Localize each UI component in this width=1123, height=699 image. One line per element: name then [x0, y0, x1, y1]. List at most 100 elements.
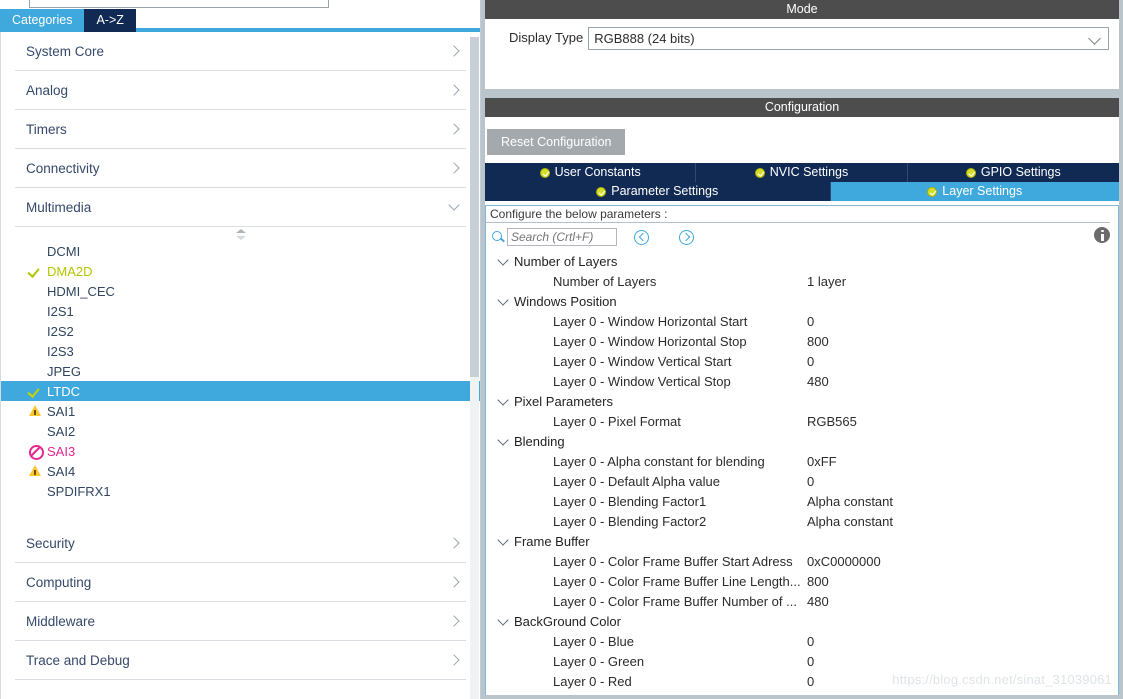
param-row[interactable]: Layer 0 - Green 0 — [486, 651, 1118, 671]
status-icon-placeholder — [27, 423, 46, 439]
param-value[interactable]: 480 — [807, 594, 829, 609]
param-group-header[interactable]: Windows Position — [486, 291, 1118, 311]
left-panel-scrollbar-thumb[interactable] — [470, 37, 479, 377]
peripheral-item-i2s2[interactable]: I2S2 — [1, 321, 480, 341]
param-row[interactable]: Layer 0 - Alpha constant for blending 0xF… — [486, 451, 1118, 471]
param-group-header[interactable]: Pixel Parameters — [486, 391, 1118, 411]
reset-configuration-button[interactable]: Reset Configuration — [487, 129, 626, 155]
category-label: Multimedia — [26, 199, 92, 215]
param-value[interactable]: Alpha constant — [807, 514, 893, 529]
configuration-section-header: Configuration — [481, 98, 1123, 117]
param-value[interactable]: 480 — [807, 374, 829, 389]
peripheral-item-i2s3[interactable]: I2S3 — [1, 341, 480, 361]
tab-categories-label: Categories — [12, 13, 73, 27]
check-badge-icon — [539, 167, 550, 178]
param-value[interactable]: 0 — [807, 474, 814, 489]
category-label: Analog — [26, 82, 69, 98]
param-value[interactable]: 1 layer — [807, 274, 846, 289]
param-group-header[interactable]: Blending — [486, 431, 1118, 451]
param-group-header[interactable]: Frame Buffer — [486, 531, 1118, 551]
peripheral-item-spdifrx1[interactable]: SPDIFRX1 — [1, 481, 480, 501]
param-row[interactable]: Layer 0 - Color Frame Buffer Start Adres… — [486, 551, 1118, 571]
category-multimedia[interactable]: Multimedia — [15, 188, 466, 227]
peripheral-item-sai1[interactable]: SAI1 — [1, 401, 480, 421]
param-value[interactable]: Alpha constant — [807, 494, 893, 509]
parameter-tree-scrollbar[interactable] — [1110, 206, 1118, 695]
param-row[interactable]: Layer 0 - Blending Factor1 Alpha constant — [486, 491, 1118, 511]
tab-a-to-z-label: A->Z — [96, 13, 124, 27]
param-value[interactable]: RGB565 — [807, 414, 857, 429]
tab-nvic-settings[interactable]: NVIC Settings — [696, 163, 908, 182]
param-row[interactable]: Layer 0 - Window Horizontal Stop 800 — [486, 331, 1118, 351]
parameter-search-input[interactable] — [507, 228, 617, 246]
check-badge-icon — [927, 186, 938, 197]
list-resize-handle[interactable] — [1, 227, 480, 241]
param-value[interactable]: 800 — [807, 574, 829, 589]
param-value[interactable]: 0xFF — [807, 454, 837, 469]
chevron-right-icon — [448, 575, 462, 589]
multimedia-peripheral-panel: DCMI DMA2D HDMI_CEC I2S1 I2S2 I2S3 JPEG LTDC SAI… — [1, 227, 480, 507]
previous-match-icon[interactable] — [634, 229, 649, 245]
peripheral-item-sai3[interactable]: SAI3 — [1, 441, 480, 461]
peripheral-item-sai4[interactable]: SAI4 — [1, 461, 480, 481]
left-panel-scrollbar[interactable] — [470, 37, 479, 699]
param-value[interactable]: 0 — [807, 314, 814, 329]
param-value[interactable]: 0 — [807, 654, 814, 669]
peripheral-item-dcmi[interactable]: DCMI — [1, 241, 480, 261]
param-value[interactable]: 0 — [807, 674, 814, 689]
param-row[interactable]: Number of Layers 1 layer — [486, 271, 1118, 291]
category-label: System Core — [26, 43, 105, 59]
category-label: Middleware — [26, 613, 96, 629]
param-value[interactable]: 0 — [807, 634, 814, 649]
tab-user-constants[interactable]: User Constants — [485, 163, 697, 182]
param-value[interactable]: 800 — [807, 334, 829, 349]
category-trace-and-debug[interactable]: Trace and Debug — [15, 641, 466, 680]
param-group-header[interactable]: Number of Layers — [486, 251, 1118, 271]
display-type-dropdown[interactable]: RGB888 (24 bits) — [588, 27, 1109, 50]
peripheral-search-input[interactable] — [29, 0, 329, 8]
category-computing[interactable]: Computing — [15, 563, 466, 602]
param-row[interactable]: Layer 0 - Window Vertical Start 0 — [486, 351, 1118, 371]
category-analog[interactable]: Analog — [15, 71, 466, 110]
search-icon — [491, 230, 505, 244]
peripheral-item-sai2[interactable]: SAI2 — [1, 421, 480, 441]
peripheral-item-hdmi_cec[interactable]: HDMI_CEC — [1, 281, 480, 301]
tab-categories[interactable]: Categories — [0, 9, 85, 32]
peripheral-item-dma2d[interactable]: DMA2D — [1, 261, 480, 281]
info-icon[interactable] — [1094, 227, 1110, 243]
cubemx-window: Categories A->Z System Core Analog Timer… — [0, 0, 1123, 699]
tab-label: Parameter Settings — [611, 184, 719, 198]
param-row[interactable]: Layer 0 - Color Frame Buffer Number of .… — [486, 591, 1118, 611]
tab-a-to-z[interactable]: A->Z — [84, 9, 136, 32]
param-value[interactable]: 0xC0000000 — [807, 554, 881, 569]
param-row[interactable]: Layer 0 - Blue 0 — [486, 631, 1118, 651]
category-label: Timers — [26, 121, 67, 137]
peripheral-item-i2s1[interactable]: I2S1 — [1, 301, 480, 321]
category-system-core[interactable]: System Core — [15, 32, 466, 71]
chevron-down-icon — [1089, 33, 1101, 45]
category-scroll-area[interactable]: System Core Analog Timers Connectivity M… — [0, 32, 480, 699]
param-row[interactable]: Layer 0 - Window Vertical Stop 480 — [486, 371, 1118, 391]
peripheral-item-ltdc[interactable]: LTDC — [1, 381, 480, 401]
category-middleware[interactable]: Middleware — [15, 602, 466, 641]
tab-parameter-settings[interactable]: Parameter Settings — [485, 182, 831, 201]
peripheral-item-jpeg[interactable]: JPEG — [1, 361, 480, 381]
param-value[interactable]: 0 — [807, 354, 814, 369]
status-icon-placeholder — [27, 343, 46, 359]
tab-gpio-settings[interactable]: GPIO Settings — [907, 163, 1119, 182]
category-timers[interactable]: Timers — [15, 110, 466, 149]
param-row[interactable]: Layer 0 - Blending Factor2 Alpha constant — [486, 511, 1118, 531]
status-icon-placeholder — [27, 483, 46, 499]
param-key: Layer 0 - Window Horizontal Stop — [553, 333, 747, 349]
chevron-right-icon — [448, 161, 462, 175]
category-connectivity[interactable]: Connectivity — [15, 149, 466, 188]
param-group-header[interactable]: BackGround Color — [486, 611, 1118, 631]
param-row[interactable]: Layer 0 - Default Alpha value 0 — [486, 471, 1118, 491]
param-row[interactable]: Layer 0 - Red 0 — [486, 671, 1118, 691]
next-match-icon[interactable] — [679, 229, 694, 245]
tab-layer-settings[interactable]: Layer Settings — [830, 182, 1119, 201]
param-row[interactable]: Layer 0 - Color Frame Buffer Line Length… — [486, 571, 1118, 591]
param-row[interactable]: Layer 0 - Pixel Format RGB565 — [486, 411, 1118, 431]
category-security[interactable]: Security — [15, 524, 466, 563]
param-row[interactable]: Layer 0 - Window Horizontal Start 0 — [486, 311, 1118, 331]
